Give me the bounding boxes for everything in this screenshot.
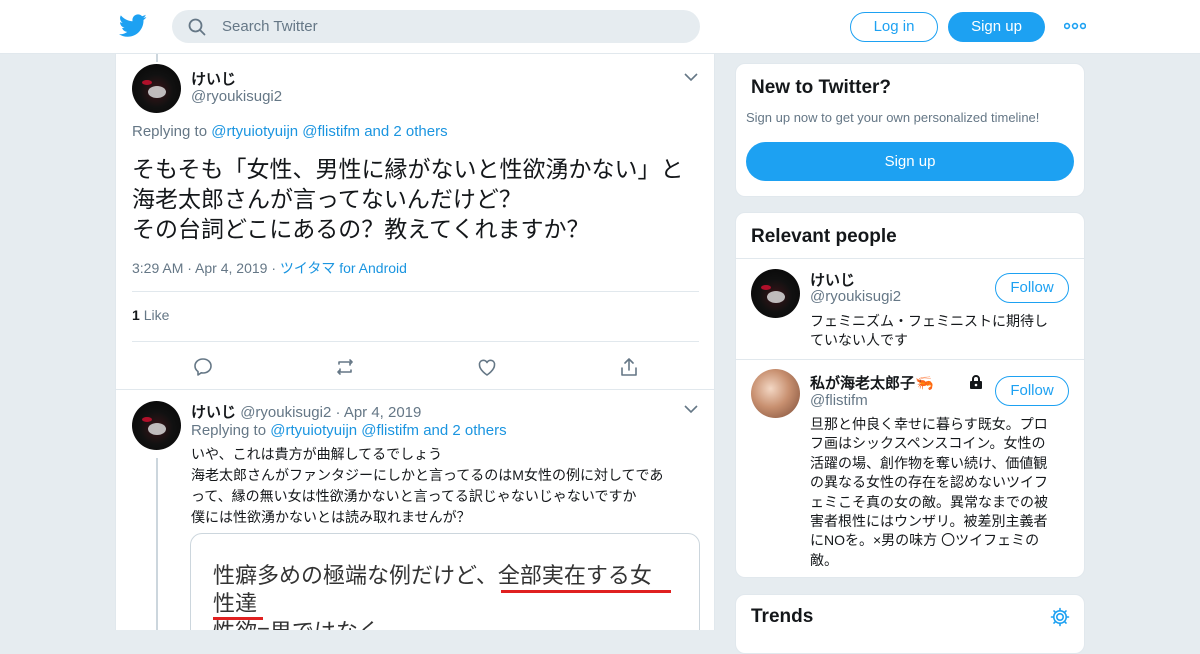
- like-label: Like: [143, 307, 170, 323]
- share-icon[interactable]: [618, 356, 640, 378]
- more-dots-icon[interactable]: [1064, 16, 1086, 36]
- avatar-eye: [142, 417, 152, 422]
- replying-users-link[interactable]: @rtyuiotyuijn @flistifm and 2 others: [270, 422, 506, 439]
- retweet-icon[interactable]: [334, 356, 356, 378]
- image-text-line: 性欲=男ではなく: [213, 618, 683, 630]
- replying-to: Replying to @rtyuiotyuijn @flistifm and …: [191, 422, 507, 439]
- follow-button[interactable]: Follow: [995, 273, 1069, 303]
- reply-icon[interactable]: [192, 356, 214, 378]
- bio-line: 害者根性にはウンザリ。被差別主義者: [810, 513, 1048, 530]
- tweet-text-line: 僕には性欲湧かないとは読み取れませんが？: [191, 509, 471, 525]
- red-underline: [501, 590, 671, 593]
- card-title: Trends: [751, 606, 814, 627]
- avatar[interactable]: [751, 269, 800, 318]
- author-handle[interactable]: @ryoukisugi2: [191, 88, 282, 105]
- search-input[interactable]: [222, 10, 682, 43]
- tweet-text: いや、これは貴方が曲解してるでしょう 海老太郎さんがファンタジーにしかと言ってる…: [191, 444, 706, 528]
- card-title: New to Twitter?: [751, 77, 892, 98]
- card-subtitle: Sign up now to get your own personalized…: [746, 110, 1040, 125]
- avatar[interactable]: [132, 401, 181, 450]
- tweet-date[interactable]: Apr 4, 2019: [195, 260, 267, 276]
- tweet-text-line: 海老太郎さんが言ってないんだけど？: [132, 186, 522, 212]
- person-handle[interactable]: @flistifm: [810, 392, 868, 409]
- bio-line: 旦那と仲良く幸せに暮らす既女。プロ: [810, 416, 1048, 432]
- replying-to: Replying to @rtyuiotyuijn @flistifm and …: [132, 123, 448, 140]
- bio-line: ていない人です: [810, 332, 908, 349]
- heart-icon[interactable]: [476, 356, 498, 378]
- bio-line: 活躍の場、創作物を奪い続け、価値観: [810, 454, 1048, 471]
- search-bar[interactable]: [172, 10, 700, 43]
- divider: [132, 341, 699, 342]
- author-name[interactable]: けいじ: [191, 404, 236, 421]
- avatar-eye: [142, 80, 152, 85]
- tweet-time[interactable]: 3:29 AM: [132, 260, 183, 276]
- tweet-text-line: 海老太郎さんがファンタジーにしかと言ってるのはM女性の例に対してであ: [191, 467, 664, 483]
- person-handle[interactable]: @ryoukisugi2: [810, 288, 901, 305]
- separator: ·: [335, 404, 341, 421]
- login-button[interactable]: Log in: [850, 12, 938, 42]
- tweet-date[interactable]: Apr 4, 2019: [344, 404, 422, 421]
- bio-line: 敵。: [810, 551, 838, 568]
- tweet-divider: [116, 389, 714, 390]
- person-name[interactable]: 私が海老太郎子🦐: [810, 372, 934, 393]
- sidebar-signup-button[interactable]: Sign up: [746, 142, 1074, 181]
- bio-line: フェミニズム・フェミニストに期待し: [810, 313, 1048, 329]
- trends-card: Trends: [735, 594, 1085, 654]
- twitter-bird-icon[interactable]: [119, 14, 147, 38]
- divider: [132, 291, 699, 292]
- chevron-down-icon[interactable]: [684, 404, 698, 414]
- replying-users-link[interactable]: @rtyuiotyuijn @flistifm and 2 others: [211, 123, 447, 140]
- image-text-line: 性癖多めの極端な例だけど、全部実在する女: [213, 563, 652, 588]
- card-title: Relevant people: [751, 226, 897, 247]
- like-count: 1: [132, 307, 140, 323]
- thread-line: [156, 54, 158, 62]
- divider: [736, 359, 1084, 360]
- author-name[interactable]: けいじ: [191, 68, 236, 89]
- bio-line: にNOを。×男の味方 〇ツイフェミの: [810, 532, 1040, 549]
- divider: [736, 258, 1084, 259]
- lock-icon: [970, 375, 982, 389]
- thread-line: [156, 458, 158, 630]
- tweet-metadata: 3:29 AM · Apr 4, 2019 · ツイタマ for Android: [132, 260, 407, 276]
- reply-header: けいじ @ryoukisugi2 · Apr 4, 2019: [191, 401, 421, 422]
- tweet-column: けいじ @ryoukisugi2 Replying to @rtyuiotyui…: [115, 54, 715, 630]
- follow-button[interactable]: Follow: [995, 376, 1069, 406]
- avatar-face: [767, 291, 785, 303]
- bio-line: フ画はシックスペンスコイン。女性の: [810, 435, 1046, 452]
- avatar[interactable]: [751, 369, 800, 418]
- avatar[interactable]: [132, 64, 181, 113]
- replying-label: Replying to: [191, 422, 267, 439]
- signup-button[interactable]: Sign up: [948, 12, 1045, 42]
- relevant-people-card: Relevant people けいじ @ryoukisugi2 Follow …: [735, 212, 1085, 578]
- tweet-text-line: って、縁の無い女は性欲湧かないと言ってる訳じゃないじゃないですか: [191, 488, 637, 504]
- tweet-text-line: いや、これは貴方が曲解してるでしょう: [191, 446, 443, 462]
- search-icon: [188, 18, 206, 36]
- image-text: 性癖多めの極端な例だけど、全部実在する女 性達 性欲=男ではなく: [213, 562, 683, 630]
- bio-line: の異なる女性の存在を認めないツイフ: [810, 474, 1048, 491]
- person-name[interactable]: けいじ: [810, 269, 855, 290]
- tweet-text-line: その台詞どこにあるの？教えてくれますか？: [132, 216, 590, 242]
- attached-image[interactable]: 性癖多めの極端な例だけど、全部実在する女 性達 性欲=男ではなく: [190, 533, 700, 630]
- avatar-eye: [761, 285, 771, 290]
- chevron-down-icon[interactable]: [684, 72, 698, 82]
- avatar-face: [148, 423, 166, 435]
- tweet-source[interactable]: ツイタマ for Android: [280, 260, 407, 276]
- top-bar: Log in Sign up: [0, 0, 1200, 54]
- image-text-line: 性達: [213, 591, 258, 616]
- red-underline: [213, 617, 263, 620]
- avatar-face: [148, 86, 166, 98]
- replying-label: Replying to: [132, 123, 208, 140]
- like-stats[interactable]: 1 Like: [132, 307, 169, 323]
- author-handle[interactable]: @ryoukisugi2: [240, 404, 331, 421]
- tweet-text: そもそも「女性、男性に縁がないと性欲湧かない」と 海老太郎さんが言ってないんだけ…: [132, 154, 702, 244]
- bio-line: ェミこそ真の女の敵。異常なまでの被: [810, 493, 1048, 510]
- person-bio: 旦那と仲良く幸せに暮らす既女。プロ フ画はシックスペンスコイン。女性の 活躍の場…: [810, 415, 1074, 570]
- person-bio: フェミニズム・フェミニストに期待し ていない人です: [810, 312, 1074, 351]
- gear-icon[interactable]: [1049, 606, 1071, 628]
- new-to-twitter-card: New to Twitter? Sign up now to get your …: [735, 63, 1085, 197]
- tweet-text-line: そもそも「女性、男性に縁がないと性欲湧かない」と: [132, 156, 684, 182]
